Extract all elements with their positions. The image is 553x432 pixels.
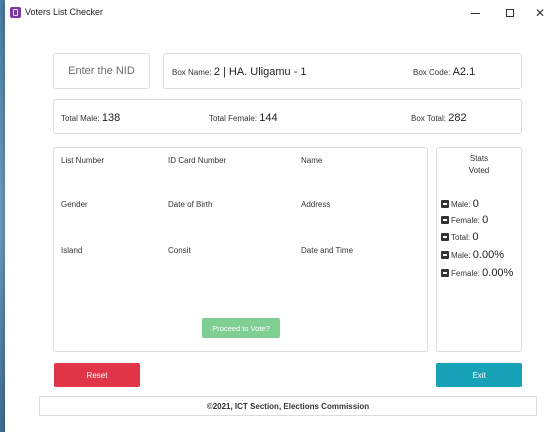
stat-female-label: Female: — [451, 215, 480, 225]
total-male: Total Male: 138 — [61, 112, 120, 124]
maximize-icon — [506, 9, 514, 17]
stats-subtitle: Voted — [468, 166, 490, 175]
box-code: Box Code: A2.1 — [413, 66, 475, 78]
minus-square-icon — [441, 200, 449, 208]
box-total-value: 282 — [448, 112, 467, 124]
stat-female-pct-label: Female: — [451, 268, 480, 278]
nid-card — [53, 53, 150, 89]
reset-button[interactable]: Reset — [54, 363, 140, 387]
box-total: Box Total: 282 — [411, 112, 467, 124]
stats-title: Stats — [469, 154, 489, 163]
stat-male-pct-label: Male: — [451, 250, 471, 260]
voter-details-card: List Number ID Card Number Name Gender D… — [53, 147, 428, 352]
stat-male-value: 0 — [472, 198, 479, 210]
island-label: Island — [61, 246, 83, 255]
minus-square-icon — [441, 233, 449, 241]
exit-button[interactable]: Exit — [436, 363, 522, 387]
minus-square-icon — [441, 251, 449, 259]
app-window: Voters List Checker ✕ Box Name: 2 | HA. … — [5, 0, 553, 432]
list-number-label: List Number — [61, 156, 105, 165]
stat-female-pct-value: 0.00% — [482, 267, 514, 279]
stat-female-voted: Female: 0 — [441, 214, 488, 226]
stat-total-label: Total: — [451, 232, 471, 242]
total-female-label: Total Female: — [209, 114, 258, 123]
stats-card: Stats Voted Male: 0 Female: 0 Total: 0 M… — [436, 147, 522, 352]
nid-input[interactable] — [54, 54, 149, 88]
minus-square-icon — [441, 216, 449, 224]
box-code-value: A2.1 — [452, 66, 476, 78]
date-of-birth-label: Date of Birth — [168, 200, 213, 209]
total-female: Total Female: 144 — [209, 112, 278, 124]
stats-header: Stats Voted — [437, 153, 521, 177]
stat-male-voted: Male: 0 — [441, 198, 479, 210]
box-info-card: Box Name: 2 | HA. Uligamu - 1 Box Code: … — [163, 53, 522, 89]
title-bar: Voters List Checker ✕ — [5, 0, 553, 26]
date-and-time-label: Date and Time — [301, 246, 354, 255]
close-icon: ✕ — [534, 6, 546, 20]
proceed-to-vote-button[interactable]: Proceed to Vote? — [202, 318, 280, 338]
id-card-number-label: ID Card Number — [168, 156, 227, 165]
box-name: Box Name: 2 | HA. Uligamu - 1 — [172, 66, 307, 78]
close-button[interactable]: ✕ — [525, 0, 553, 26]
minus-square-icon — [441, 269, 449, 277]
maximize-button[interactable] — [495, 0, 525, 26]
box-name-value: 2 | HA. Uligamu - 1 — [213, 66, 307, 78]
stat-female-value: 0 — [482, 214, 489, 226]
box-name-label: Box Name: — [172, 68, 212, 77]
total-male-label: Total Male: — [61, 114, 100, 123]
stat-total-voted: Total: 0 — [441, 231, 478, 243]
gender-label: Gender — [61, 200, 88, 209]
totals-card: Total Male: 138 Total Female: 144 Box To… — [53, 99, 522, 134]
consit-label: Consit — [168, 246, 191, 255]
footer: ©2021, ICT Section, Elections Commission — [39, 396, 537, 416]
window-title: Voters List Checker — [25, 7, 104, 17]
stat-male-label: Male: — [451, 199, 471, 209]
app-icon — [10, 7, 21, 18]
minimize-button[interactable] — [460, 0, 490, 26]
stat-male-pct-value: 0.00% — [472, 249, 504, 261]
total-male-value: 138 — [101, 112, 121, 124]
address-label: Address — [301, 200, 331, 209]
box-total-label: Box Total: — [411, 114, 446, 123]
stat-total-value: 0 — [472, 231, 479, 243]
box-code-label: Box Code: — [413, 68, 451, 77]
stat-male-percent: Male: 0.00% — [441, 249, 504, 261]
total-female-value: 144 — [259, 112, 278, 124]
name-label: Name — [301, 156, 323, 165]
stat-female-percent: Female: 0.00% — [441, 267, 513, 279]
minimize-icon — [470, 12, 480, 14]
